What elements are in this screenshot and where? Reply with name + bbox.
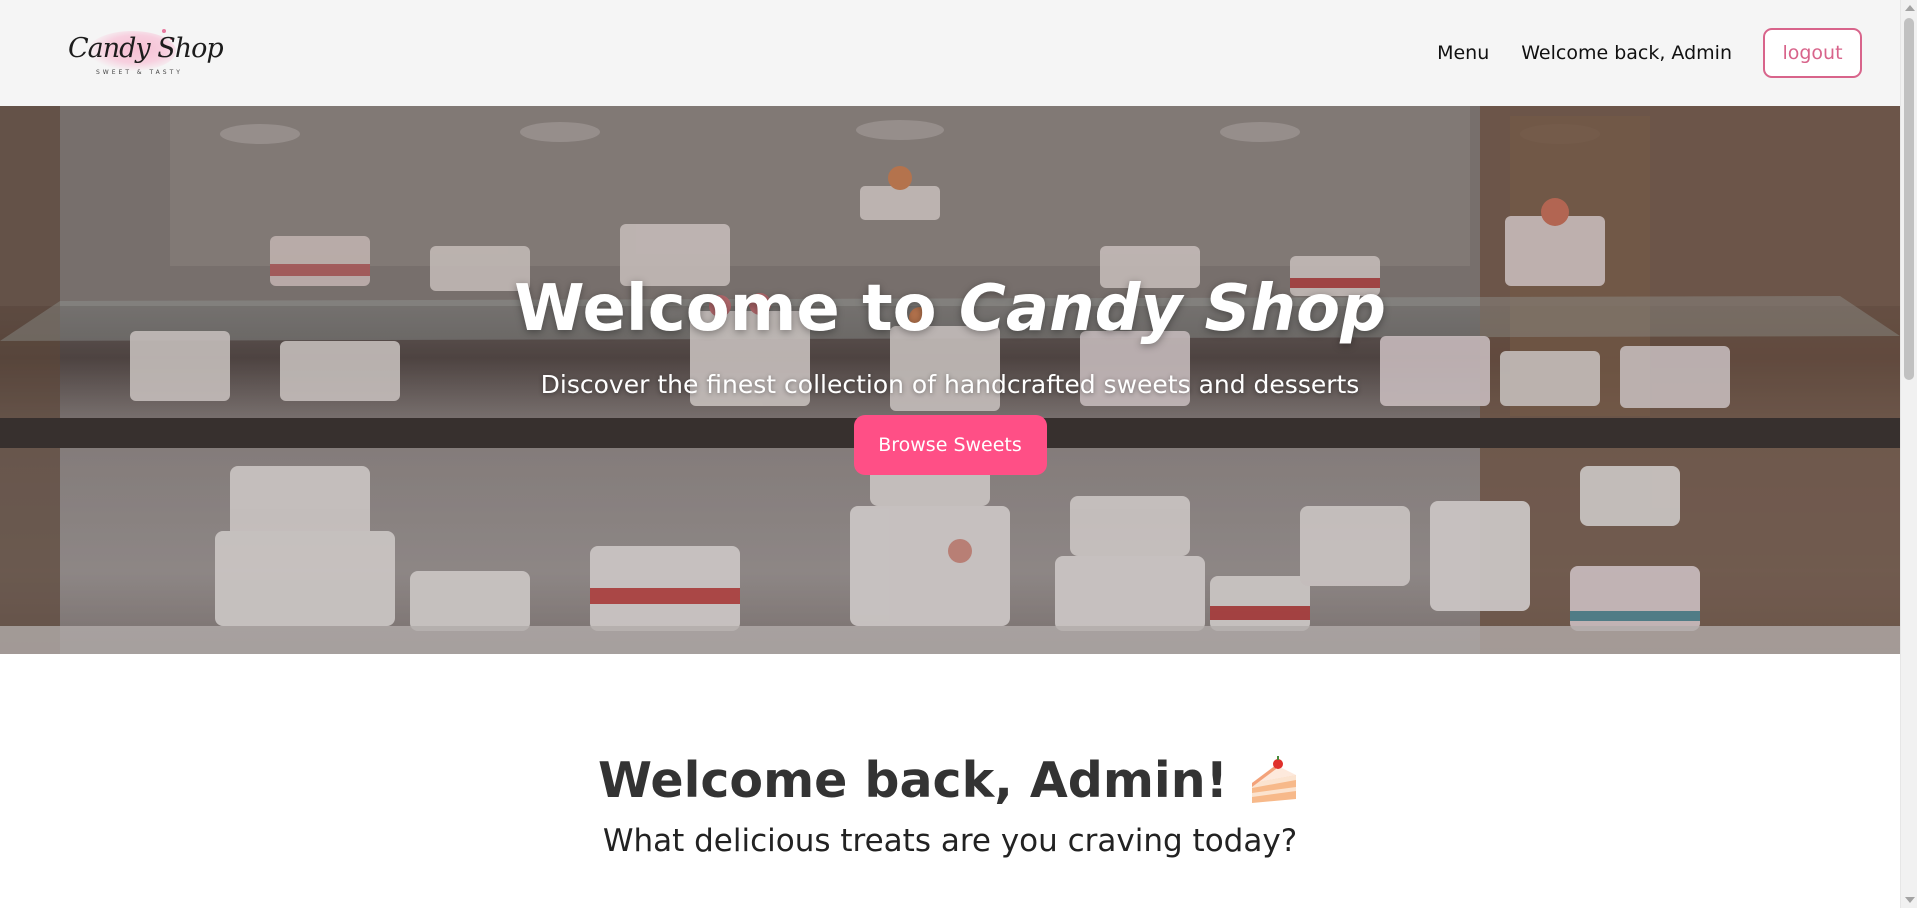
nav-welcome-text: Welcome back, Admin xyxy=(1521,42,1732,64)
welcome-section: Welcome back, Admin! What delicious trea… xyxy=(0,654,1900,908)
logo[interactable]: Candy Shop SWEET & TASTY xyxy=(66,21,224,85)
nav-links: Menu Welcome back, Admin logout xyxy=(1437,28,1862,78)
welcome-heading-text: Welcome back, Admin! xyxy=(598,752,1228,809)
page-scrollbar[interactable] xyxy=(1900,0,1917,908)
logout-button[interactable]: logout xyxy=(1763,28,1862,78)
hero-content: Welcome to Candy Shop Discover the fines… xyxy=(0,106,1900,654)
welcome-heading: Welcome back, Admin! xyxy=(598,752,1302,809)
logo-tagline: SWEET & TASTY xyxy=(96,69,183,76)
hero-title: Welcome to Candy Shop xyxy=(514,272,1386,346)
navbar: Candy Shop SWEET & TASTY Menu Welcome ba… xyxy=(0,0,1900,106)
cake-icon xyxy=(1251,755,1296,803)
hero-title-prefix: Welcome to xyxy=(514,272,937,346)
scroll-up-arrow-icon[interactable] xyxy=(1905,5,1915,11)
hero-banner: Welcome to Candy Shop Discover the fines… xyxy=(0,106,1900,654)
scroll-down-arrow-icon[interactable] xyxy=(1905,897,1915,903)
hero-subtitle: Discover the finest collection of handcr… xyxy=(540,370,1360,399)
scrollbar-thumb[interactable] xyxy=(1904,18,1914,380)
logo-text: Candy Shop xyxy=(68,33,224,64)
nav-menu-link[interactable]: Menu xyxy=(1437,42,1489,64)
browse-sweets-button[interactable]: Browse Sweets xyxy=(853,415,1047,475)
hero-title-brand: Candy Shop xyxy=(958,272,1386,346)
page: Candy Shop SWEET & TASTY Menu Welcome ba… xyxy=(0,0,1900,908)
welcome-subtitle: What delicious treats are you craving to… xyxy=(602,823,1298,859)
